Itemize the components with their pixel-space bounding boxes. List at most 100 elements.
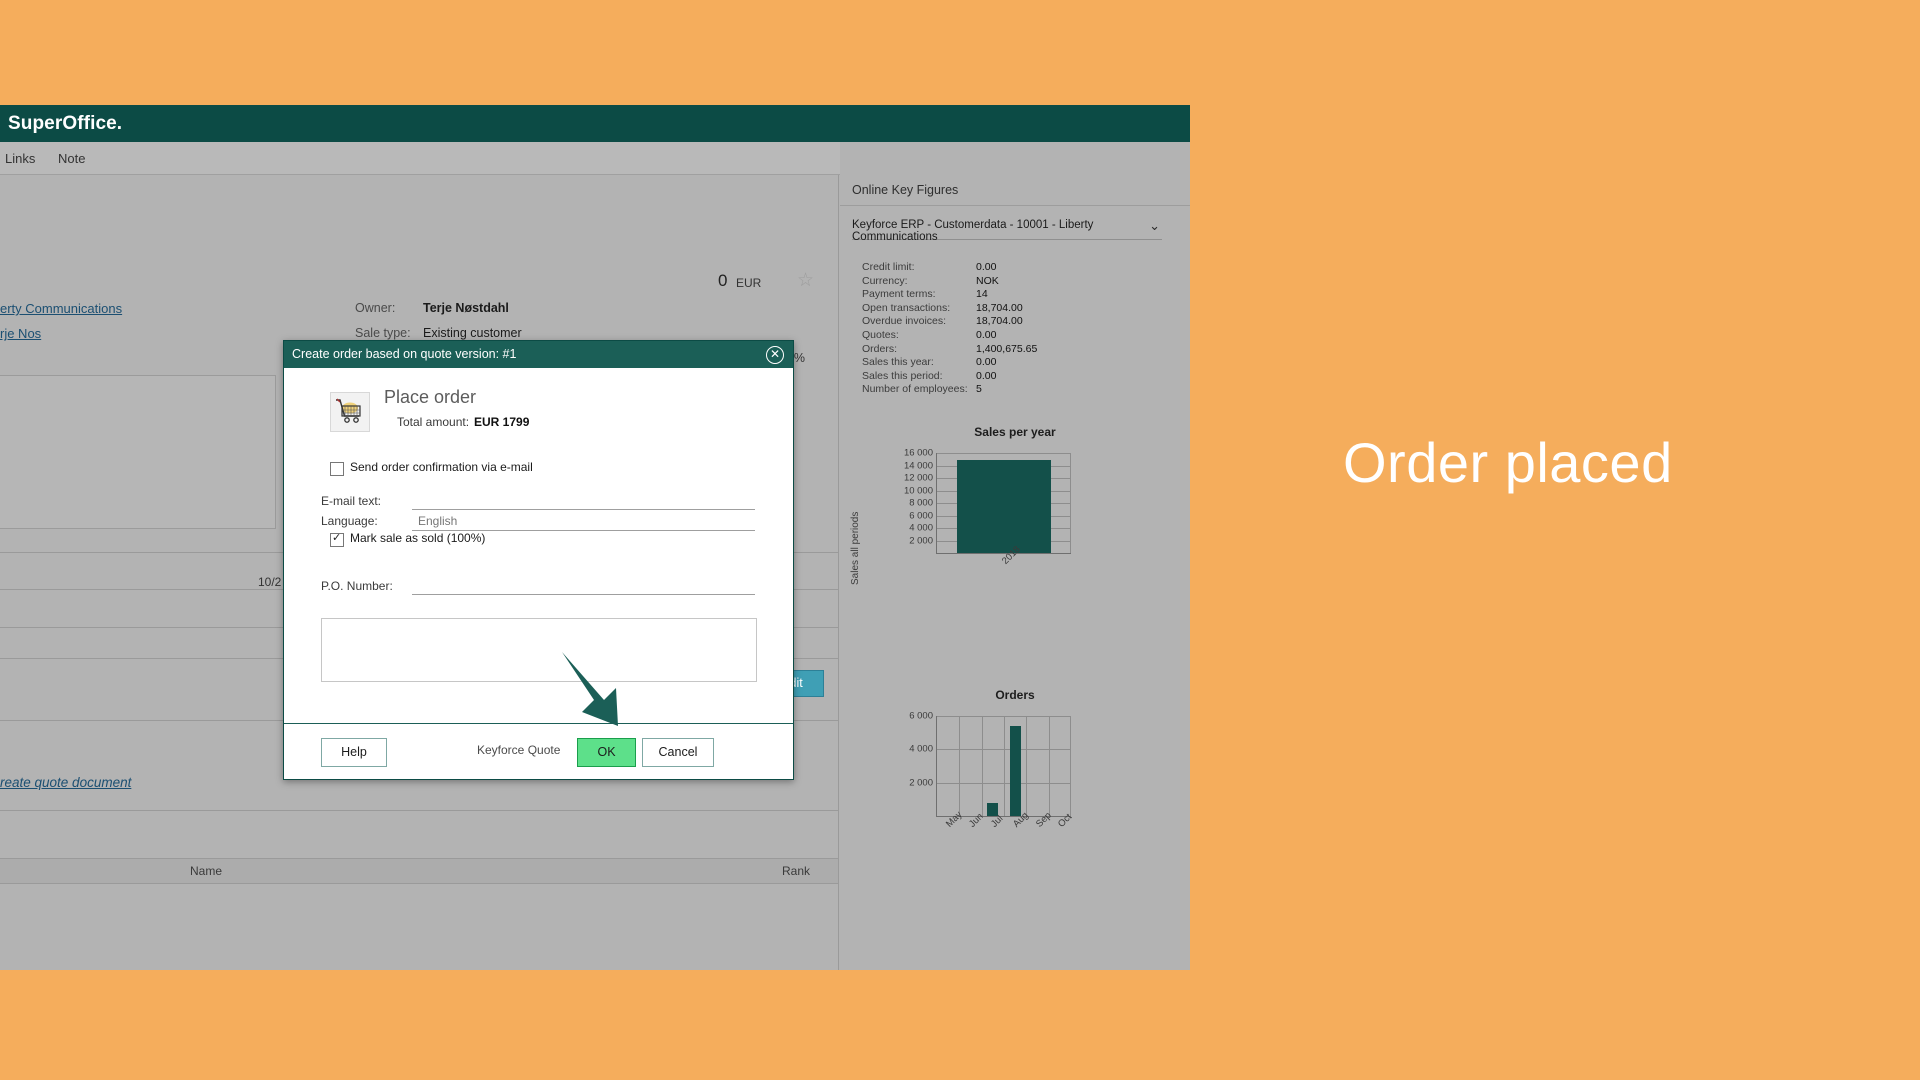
mark-sale-sold-checkbox[interactable]	[330, 531, 344, 547]
key-figure-label: Number of employees:	[862, 383, 968, 396]
key-figure-row: Currency: NOK	[862, 275, 1162, 289]
send-confirmation-checkbox[interactable]	[330, 462, 344, 476]
dialog-footer: Help Keyforce Quote OK Cancel	[284, 723, 793, 779]
star-icon[interactable]: ☆	[797, 271, 815, 290]
key-figure-value: 5	[976, 383, 982, 396]
brand-text: SuperOffice	[8, 113, 117, 134]
tab-note[interactable]: Note	[58, 151, 85, 166]
chart-y-tick-label: 12 000	[903, 472, 933, 484]
chart-y-tick-label: 4 000	[909, 743, 933, 755]
total-amount-label: Total amount:	[397, 415, 470, 429]
key-figure-label: Overdue invoices:	[862, 315, 947, 328]
chart-gridline	[1070, 716, 1071, 816]
contact-link[interactable]: rje Nos	[0, 326, 240, 341]
key-figure-row: Sales this period: 0.00	[862, 370, 1162, 384]
send-confirmation-label: Send order confirmation via e-mail	[350, 460, 533, 474]
key-figure-label: Open transactions:	[862, 301, 951, 314]
chart-title: Orders	[995, 688, 1035, 702]
erp-source-label: Keyforce ERP - Customerdata - 10001 - Li…	[852, 219, 1094, 243]
chart-gridline	[1004, 716, 1005, 816]
table-header-row: Name Rank	[0, 858, 838, 884]
company-link[interactable]: erty Communications	[0, 301, 240, 316]
note-textarea[interactable]	[321, 618, 757, 682]
email-text-input[interactable]	[412, 509, 755, 510]
key-figure-row: Open transactions: 18,704.00	[862, 302, 1162, 316]
chart-gridline	[1048, 716, 1050, 816]
key-figure-value: 0.00	[976, 261, 997, 273]
entity-link-column: erty Communications rje Nos	[0, 301, 240, 351]
key-figure-row: Sales this year: 0.00	[862, 356, 1162, 370]
saletype-label: Sale type:	[355, 326, 411, 340]
key-figure-label: Currency:	[862, 274, 908, 287]
sale-amount-currency: EUR	[736, 276, 762, 290]
divider-6	[0, 810, 838, 811]
online-key-figures-panel: Online Key Figures Keyforce ERP - Custom…	[840, 175, 1190, 970]
key-figure-value: 18,704.00	[976, 315, 1023, 328]
column-header-rank: Rank	[782, 864, 811, 878]
quote-row-date: 10/2	[258, 575, 282, 589]
chart-y-tick-label: 14 000	[903, 460, 933, 471]
field-row-owner: Owner: Terje Nøstdahl	[355, 301, 775, 326]
key-figure-value: 14	[976, 288, 988, 301]
key-figure-value: 18,704.00	[976, 301, 1023, 314]
key-figure-value: NOK	[976, 274, 999, 287]
column-header-name: Name	[190, 864, 223, 878]
email-text-label: E-mail text:	[321, 494, 382, 508]
erp-source-select[interactable]: Keyforce ERP - Customerdata - 10001 - Li…	[852, 217, 1162, 243]
chart-y-tick-label: 6 000	[909, 710, 933, 722]
key-figure-row: Credit limit: 0.00	[862, 261, 1162, 275]
key-figure-value: 0.00	[976, 328, 997, 341]
app-top-bar: SuperOffice.	[0, 105, 1190, 142]
chart-y-tick-label: 16 000	[903, 447, 933, 459]
chart-title: Sales per year	[974, 425, 1056, 439]
tab-links[interactable]: Links	[5, 151, 35, 166]
sale-amount-value: 0	[718, 271, 728, 290]
chart-gridline	[1070, 453, 1071, 553]
chart-x-tick-label: Oct	[1055, 811, 1075, 830]
chart-y-tick-label: 10 000	[903, 485, 933, 496]
po-number-input[interactable]	[412, 594, 755, 595]
chart-y-tick-label: 8 000	[909, 497, 933, 509]
total-amount-value: EUR 1799	[474, 415, 530, 429]
language-label: Language:	[321, 514, 378, 528]
chart-y-tick-label: 4 000	[909, 522, 933, 534]
key-figure-label: Quotes:	[862, 328, 899, 341]
help-button[interactable]: Help	[321, 738, 387, 767]
key-figure-label: Credit limit:	[862, 261, 915, 273]
chart-orders: Orders 2 000 4 000 6 000 May Jun Jul Aug Sep Oct	[840, 688, 1190, 878]
annotation-arrow-icon	[560, 650, 630, 735]
dialog-title-text: Create order based on quote version: #1	[292, 347, 517, 361]
key-figure-row: Orders: 1,400,675.65	[862, 343, 1162, 357]
key-figure-row: Overdue invoices: 18,704.00	[862, 315, 1162, 329]
cancel-button[interactable]: Cancel	[642, 738, 714, 767]
chart-y-tick-label: 2 000	[909, 535, 933, 546]
create-quote-document-link[interactable]: reate quote document	[0, 775, 131, 790]
overlay-caption: Order placed	[1343, 431, 1673, 494]
close-icon[interactable]: ✕	[766, 346, 784, 364]
sale-sidebox	[0, 375, 276, 529]
shopping-cart-icon	[330, 392, 370, 432]
tab-bar: Links Note	[0, 142, 840, 175]
chart-y-tick-label: 2 000	[909, 777, 933, 789]
key-figure-row: Quotes: 0.00	[862, 329, 1162, 343]
mark-sale-sold-label: Mark sale as sold (100%)	[350, 531, 486, 545]
screen-root: SuperOffice. Links Note 0 EUR ☆ erty Com…	[0, 0, 1920, 1080]
chart-bar	[957, 459, 1051, 553]
sale-amount-row: 0 EUR ☆	[0, 271, 838, 301]
chart-sales-per-year: Sales per year Sales all periods 2 000 4 …	[840, 425, 1190, 615]
chevron-down-icon: ⌄	[1149, 218, 1160, 233]
chart-gridline	[937, 453, 1071, 454]
owner-value: Terje Nøstdahl	[423, 301, 509, 315]
dialog-heading: Place order	[384, 387, 477, 407]
chart-gridline	[1026, 716, 1028, 816]
ok-button[interactable]: OK	[577, 738, 636, 767]
dialog-body: Place order Total amount: EUR 1799 Send …	[284, 368, 793, 723]
chart-gridline	[981, 716, 983, 816]
brand-dot: .	[116, 113, 123, 134]
chart-gridline	[959, 716, 961, 816]
chart-y-tick-label: 6 000	[909, 510, 933, 521]
footer-product-name: Keyforce Quote	[477, 743, 561, 757]
key-figures-divider	[840, 205, 1190, 206]
key-figure-row: Number of employees: 5	[862, 383, 1162, 397]
chart-x-tick-label: May	[944, 809, 965, 830]
